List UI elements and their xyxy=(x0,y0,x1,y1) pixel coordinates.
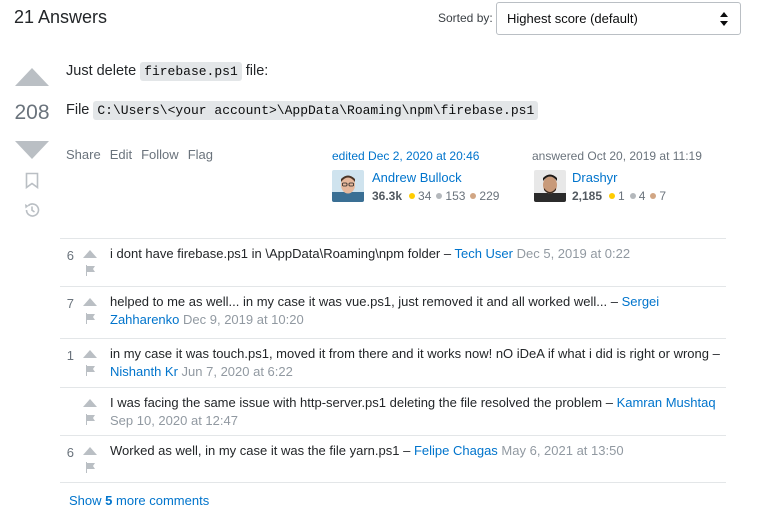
comment-score: 1 xyxy=(66,348,74,363)
bookmark-icon[interactable] xyxy=(25,172,39,189)
comment-separator: – xyxy=(708,346,720,361)
comment-date-link[interactable]: Sep 10, 2020 at 12:47 xyxy=(110,413,238,428)
sort-arrows-icon xyxy=(720,12,728,26)
answer-score: 208 xyxy=(14,101,50,124)
comment-user-link[interactable]: Tech User xyxy=(454,246,513,261)
author-name-link[interactable]: Drashyr xyxy=(572,170,618,185)
flag-icon[interactable] xyxy=(85,365,96,376)
silver-badge-icon xyxy=(629,193,636,199)
flag-icon[interactable] xyxy=(85,265,96,276)
edited-timestamp-link[interactable]: edited Dec 2, 2020 at 20:46 xyxy=(332,149,479,163)
vote-down-arrow-icon[interactable] xyxy=(15,141,49,159)
answer-text-2: file: xyxy=(245,63,269,79)
answer-text-3: File xyxy=(66,102,90,118)
sort-select-value: Highest score (default) xyxy=(507,11,638,26)
gold-badge-icon xyxy=(609,193,616,199)
avatar[interactable] xyxy=(332,170,364,202)
answers-count-heading: 21 Answers xyxy=(14,7,108,27)
comment-body: i dont have firebase.ps1 in \AppData\Roa… xyxy=(110,245,722,263)
comment-item: 6 Worked as well, in my case it was the … xyxy=(60,436,726,483)
comment-upvote-icon[interactable] xyxy=(83,399,97,407)
comment-body: I was facing the same issue with http-se… xyxy=(110,394,722,430)
share-link[interactable]: Share xyxy=(66,147,101,162)
editor-avatar-image xyxy=(332,170,364,202)
comment-item: 6 i dont have firebase.ps1 in \AppData\R… xyxy=(60,239,726,287)
comments-list: 6 i dont have firebase.ps1 in \AppData\R… xyxy=(60,238,726,483)
author-signature: answered Oct 20, 2019 at 11:19 Drashyr 2… xyxy=(532,149,722,209)
comment-item: I was facing the same issue with http-se… xyxy=(60,388,726,436)
inline-code-path: C:\Users\<your account>\AppData\Roaming\… xyxy=(93,100,539,120)
comment-score: 6 xyxy=(66,445,74,460)
comment-item: 7 helped to me as well... in my case it … xyxy=(60,287,726,339)
author-reputation-score: 2,185 xyxy=(572,189,603,203)
comment-upvote-icon[interactable] xyxy=(83,250,97,258)
sort-select[interactable]: Highest score (default) xyxy=(496,2,741,35)
vote-up-arrow-icon[interactable] xyxy=(15,68,49,86)
comment-date-link[interactable]: Dec 5, 2019 at 0:22 xyxy=(517,246,630,261)
comment-text: Worked as well, in my case it was the fi… xyxy=(110,443,400,458)
editor-name-link[interactable]: Andrew Bullock xyxy=(372,170,462,185)
editor-reputation: 36.3k 34 153 229 xyxy=(372,189,499,203)
comment-separator: – xyxy=(440,246,455,261)
bronze-badge-icon xyxy=(470,193,477,199)
comment-score: 7 xyxy=(66,296,74,311)
comment-body: helped to me as well... in my case it wa… xyxy=(110,293,722,329)
post-menu: Share Edit Follow Flag xyxy=(66,147,222,162)
follow-link[interactable]: Follow xyxy=(141,147,179,162)
edit-link[interactable]: Edit xyxy=(110,147,132,162)
bronze-badge-icon xyxy=(650,193,657,199)
comment-user-link[interactable]: Kamran Mushtaq xyxy=(617,395,716,410)
comment-body: Worked as well, in my case it was the fi… xyxy=(110,442,722,460)
comment-date-link[interactable]: Jun 7, 2020 at 6:22 xyxy=(182,364,293,379)
flag-link[interactable]: Flag xyxy=(188,147,213,162)
comment-upvote-icon[interactable] xyxy=(83,298,97,306)
comment-text: in my case it was touch.ps1, moved it fr… xyxy=(110,346,709,361)
answer-body-line-1: Just delete firebase.ps1 file: xyxy=(66,60,542,82)
silver-badge-icon xyxy=(436,193,443,199)
comment-text: I was facing the same issue with http-se… xyxy=(110,395,603,410)
flag-icon[interactable] xyxy=(85,313,96,324)
comment-score: 6 xyxy=(66,248,74,263)
comment-user-link[interactable]: Felipe Chagas xyxy=(414,443,498,458)
editor-signature: edited Dec 2, 2020 at 20:46 Andrew Bullo… xyxy=(332,149,512,209)
comment-upvote-icon[interactable] xyxy=(83,350,97,358)
editor-gold-count: 34 xyxy=(418,189,432,203)
comment-body: in my case it was touch.ps1, moved it fr… xyxy=(110,345,722,381)
comment-date-link[interactable]: May 6, 2021 at 13:50 xyxy=(501,443,623,458)
comment-upvote-icon[interactable] xyxy=(83,447,97,455)
show-more-suffix: more comments xyxy=(116,493,210,508)
author-silver-count: 4 xyxy=(638,189,646,203)
comment-date-link[interactable]: Dec 9, 2019 at 10:20 xyxy=(183,312,304,327)
gold-badge-icon xyxy=(409,193,416,199)
comment-text: i dont have firebase.ps1 in \AppData\Roa… xyxy=(110,246,441,261)
show-more-comments-link[interactable]: Show 5 more comments xyxy=(69,493,209,508)
author-bronze-count: 7 xyxy=(659,189,667,203)
avatar[interactable] xyxy=(534,170,566,202)
answered-timestamp: answered Oct 20, 2019 at 11:19 xyxy=(532,149,702,163)
sort-label: Sorted by: xyxy=(438,11,493,25)
author-gold-count: 1 xyxy=(618,189,625,203)
comment-user-link[interactable]: Nishanth Kr xyxy=(110,364,178,379)
comment-separator: – xyxy=(607,294,622,309)
comment-separator: – xyxy=(602,395,617,410)
author-avatar-image xyxy=(534,170,566,202)
comment-separator: – xyxy=(399,443,414,458)
answer-body: Just delete firebase.ps1 file: File C:\U… xyxy=(66,60,542,121)
answer-text-1: Just delete xyxy=(66,63,137,79)
editor-reputation-score: 36.3k xyxy=(372,189,403,203)
flag-icon[interactable] xyxy=(85,462,96,473)
show-more-prefix: Show xyxy=(69,493,102,508)
editor-silver-count: 153 xyxy=(445,189,466,203)
history-icon[interactable] xyxy=(23,201,41,219)
comment-item: 1 in my case it was touch.ps1, moved it … xyxy=(60,339,726,388)
answer-body-line-2: File C:\Users\<your account>\AppData\Roa… xyxy=(66,99,542,121)
flag-icon[interactable] xyxy=(85,414,96,425)
comment-text: helped to me as well... in my case it wa… xyxy=(110,294,608,309)
inline-code-filename: firebase.ps1 xyxy=(140,61,242,81)
editor-bronze-count: 229 xyxy=(479,189,500,203)
author-reputation: 2,185 1 4 7 xyxy=(572,189,666,203)
show-more-count: 5 xyxy=(105,493,113,508)
